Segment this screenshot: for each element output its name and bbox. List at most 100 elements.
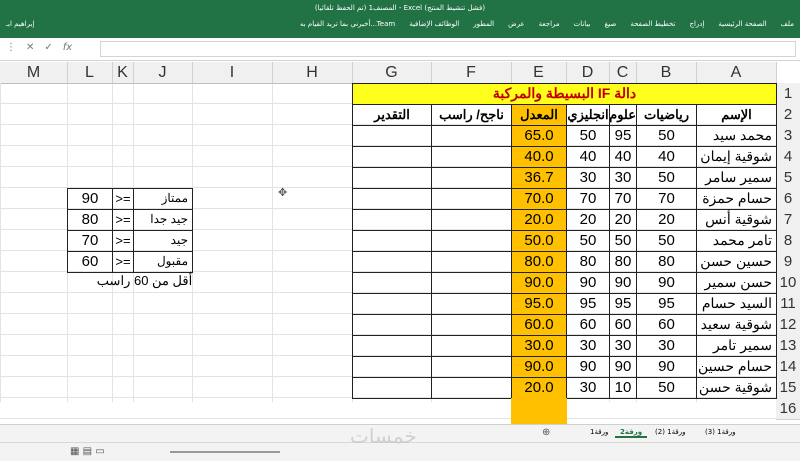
enter-icon[interactable]: ✓	[44, 42, 52, 53]
column-header[interactable]: J	[133, 62, 193, 84]
science-score[interactable]: 30	[609, 335, 637, 357]
header-science[interactable]: علوم	[609, 104, 637, 126]
grade-cell[interactable]	[352, 293, 432, 315]
row-header[interactable]: 7	[776, 209, 800, 231]
grade-operator[interactable]: >=	[112, 209, 134, 231]
row-header[interactable]: 15	[776, 377, 800, 399]
ribbon-tab[interactable]: Team	[377, 20, 396, 28]
row-header[interactable]: 5	[776, 167, 800, 189]
average-value[interactable]: 60.0	[511, 314, 567, 336]
pass-fail-cell[interactable]	[431, 188, 512, 210]
pass-fail-cell[interactable]	[431, 272, 512, 294]
grade-cell[interactable]	[352, 314, 432, 336]
science-score[interactable]: 30	[609, 167, 637, 189]
english-score[interactable]: 30	[566, 335, 610, 357]
english-score[interactable]: 50	[566, 230, 610, 252]
science-score[interactable]: 10	[609, 377, 637, 399]
formula-input[interactable]	[100, 41, 796, 57]
grade-threshold[interactable]: 80	[67, 209, 113, 231]
pass-fail-cell[interactable]	[431, 209, 512, 231]
ribbon-tab[interactable]: مراجعة	[539, 20, 560, 28]
average-value[interactable]: 65.0	[511, 125, 567, 147]
header-english[interactable]: انجليزي	[566, 104, 610, 126]
student-name[interactable]: حسن سمير	[696, 272, 777, 294]
ribbon-tab[interactable]: عرض	[508, 20, 525, 28]
expand-icon[interactable]: ⋮	[6, 42, 16, 53]
header-grade[interactable]: التقدير	[352, 104, 432, 126]
english-score[interactable]: 50	[566, 125, 610, 147]
ribbon-tab[interactable]: تخطيط الصفحة	[630, 20, 675, 28]
english-score[interactable]: 70	[566, 188, 610, 210]
english-score[interactable]: 90	[566, 356, 610, 378]
row-header[interactable]: 3	[776, 125, 800, 147]
cancel-icon[interactable]: ✕	[26, 42, 34, 53]
math-score[interactable]: 20	[636, 209, 697, 231]
row-header[interactable]: 16	[776, 398, 800, 420]
grade-threshold[interactable]: 70	[67, 230, 113, 252]
row-header[interactable]: 6	[776, 188, 800, 210]
math-score[interactable]: 95	[636, 293, 697, 315]
view-buttons[interactable]: ▦ ▤ ▭	[70, 446, 105, 457]
student-name[interactable]: حسام حمزة	[696, 188, 777, 210]
column-header[interactable]: E	[511, 62, 567, 84]
student-name[interactable]: حسام حسين	[696, 356, 777, 378]
grade-cell[interactable]	[352, 272, 432, 294]
average-value[interactable]: 40.0	[511, 146, 567, 168]
grade-operator[interactable]: >=	[112, 251, 134, 273]
math-score[interactable]: 60	[636, 314, 697, 336]
grade-label[interactable]: ممتاز	[133, 188, 193, 210]
ribbon-tab[interactable]: صيغ	[605, 20, 617, 28]
english-score[interactable]: 80	[566, 251, 610, 273]
grade-cell[interactable]	[352, 188, 432, 210]
average-cell-empty[interactable]	[511, 398, 567, 424]
student-name[interactable]: شوقية حسن	[696, 377, 777, 399]
grade-cell[interactable]	[352, 251, 432, 273]
average-value[interactable]: 95.0	[511, 293, 567, 315]
grade-cell[interactable]	[352, 146, 432, 168]
pass-fail-cell[interactable]	[431, 230, 512, 252]
pass-fail-cell[interactable]	[431, 251, 512, 273]
grade-cell[interactable]	[352, 209, 432, 231]
ribbon-tab[interactable]: المطور	[473, 20, 494, 28]
grade-cell[interactable]	[352, 377, 432, 399]
grade-label[interactable]: جيد	[133, 230, 193, 252]
row-header[interactable]: 9	[776, 251, 800, 273]
math-score[interactable]: 50	[636, 125, 697, 147]
grade-label[interactable]: مقبول	[133, 251, 193, 273]
average-value[interactable]: 30.0	[511, 335, 567, 357]
science-score[interactable]: 90	[609, 272, 637, 294]
average-value[interactable]: 50.0	[511, 230, 567, 252]
average-value[interactable]: 36.7	[511, 167, 567, 189]
row-header[interactable]: 4	[776, 146, 800, 168]
math-score[interactable]: 90	[636, 272, 697, 294]
grade-label[interactable]: جيد جدا	[133, 209, 193, 231]
ribbon-tab[interactable]: بيانات	[574, 20, 591, 28]
pass-fail-cell[interactable]	[431, 356, 512, 378]
column-header[interactable]: I	[192, 62, 273, 84]
grade-threshold[interactable]: 90	[67, 188, 113, 210]
grade-cell[interactable]	[352, 167, 432, 189]
pass-fail-cell[interactable]	[431, 125, 512, 147]
ribbon-tab[interactable]: ملف	[781, 20, 794, 28]
grade-cell[interactable]	[352, 230, 432, 252]
row-header[interactable]: 2	[776, 104, 800, 126]
row-header[interactable]: 14	[776, 356, 800, 378]
user-name[interactable]: إبراهيم ابـ	[6, 20, 34, 28]
student-name[interactable]: سمير سامر	[696, 167, 777, 189]
function-icon[interactable]: fx	[63, 42, 72, 53]
average-value[interactable]: 90.0	[511, 356, 567, 378]
student-name[interactable]: تامر محمد	[696, 230, 777, 252]
worksheet-grid[interactable]: A B C D E F G H I J K L M 1 2 3 4 5 6 7 8 9 10 11 12 13 14 15 16 دالة…	[0, 62, 800, 424]
science-score[interactable]: 80	[609, 251, 637, 273]
column-header[interactable]: D	[566, 62, 610, 84]
column-header[interactable]: L	[67, 62, 113, 84]
row-header[interactable]: 13	[776, 335, 800, 357]
grade-threshold[interactable]: 60	[67, 251, 113, 273]
column-header[interactable]: G	[352, 62, 432, 84]
math-score[interactable]: 70	[636, 188, 697, 210]
english-score[interactable]: 95	[566, 293, 610, 315]
column-header[interactable]: H	[272, 62, 353, 84]
student-name[interactable]: شوقية سعيد	[696, 314, 777, 336]
tell-me-search[interactable]: أخبرني بما تريد القيام به...	[300, 20, 377, 28]
header-average[interactable]: المعدل	[511, 104, 567, 126]
